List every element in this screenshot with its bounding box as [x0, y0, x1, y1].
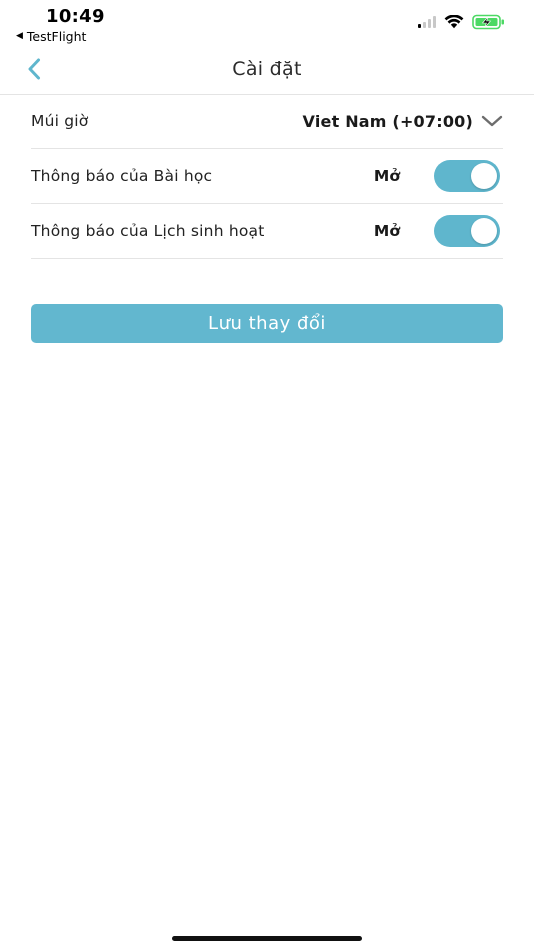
- home-indicator[interactable]: [172, 936, 362, 941]
- timezone-label: Múi giờ: [31, 112, 89, 130]
- save-changes-button[interactable]: Lưu thay đổi: [31, 304, 503, 343]
- chevron-down-icon: [481, 114, 503, 128]
- schedule-notification-row: Thông báo của Lịch sinh hoạt Mở: [31, 204, 503, 259]
- lesson-notification-row: Thông báo của Bài học Mở: [31, 149, 503, 204]
- lesson-notification-toggle[interactable]: [434, 160, 500, 192]
- status-time: 10:49: [46, 6, 105, 27]
- nav-header: Cài đặt: [0, 44, 534, 95]
- lesson-notification-status: Mở: [373, 167, 400, 185]
- schedule-notification-toggle[interactable]: [434, 215, 500, 247]
- toggle-knob: [471, 163, 497, 189]
- schedule-notification-status: Mở: [373, 222, 400, 240]
- status-bar: 10:49 ◀ TestFlight: [0, 0, 534, 44]
- timezone-value: Viet Nam (+07:00): [302, 111, 473, 131]
- back-app-label: TestFlight: [26, 29, 87, 44]
- settings-list: Múi giờ Viet Nam (+07:00) Thông báo của …: [31, 94, 503, 259]
- toggle-knob: [471, 218, 497, 244]
- back-to-app-link[interactable]: ◀ TestFlight: [16, 29, 86, 44]
- battery-charging-icon: [472, 14, 504, 30]
- cellular-signal-icon: [418, 16, 436, 28]
- schedule-notification-label: Thông báo của Lịch sinh hoạt: [31, 222, 265, 240]
- back-triangle-icon: ◀: [16, 31, 23, 41]
- wifi-icon: [444, 15, 464, 29]
- lesson-notification-label: Thông báo của Bài học: [31, 167, 213, 185]
- status-icons: [418, 14, 506, 30]
- timezone-select[interactable]: Viet Nam (+07:00): [303, 112, 503, 131]
- timezone-row[interactable]: Múi giờ Viet Nam (+07:00): [31, 94, 503, 149]
- page-title: Cài đặt: [232, 58, 302, 80]
